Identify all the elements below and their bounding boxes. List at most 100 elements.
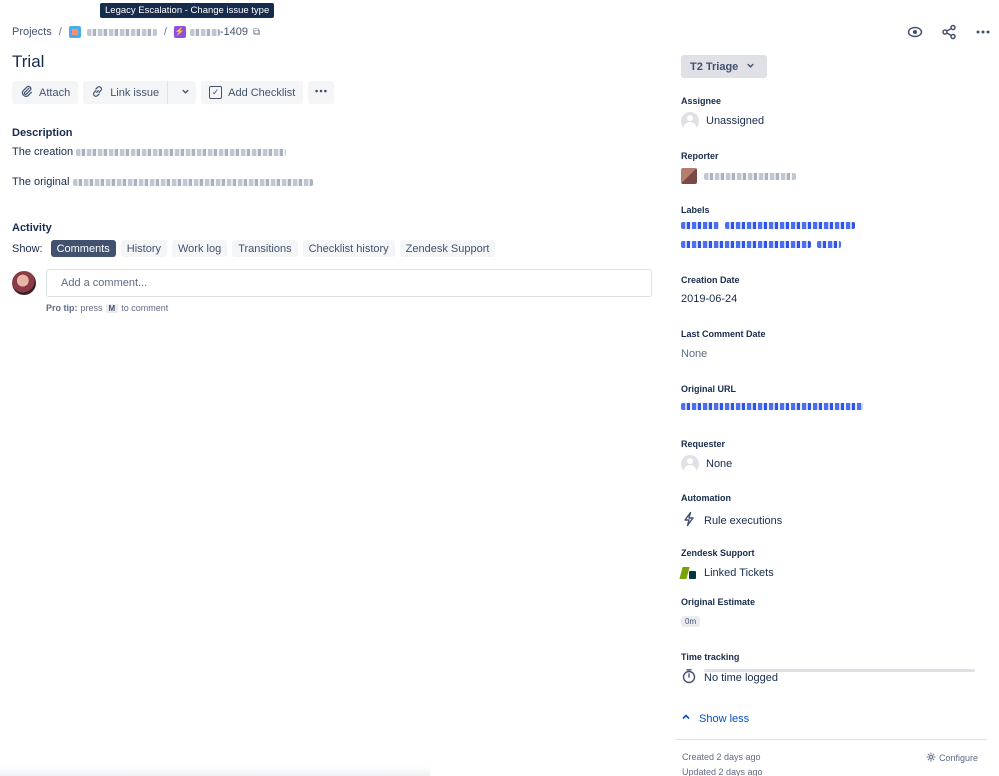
tab-checklist-history[interactable]: Checklist history [302, 240, 395, 257]
paperclip-icon [20, 85, 33, 101]
label-tag[interactable] [725, 222, 855, 229]
creation-date-label: Creation Date [681, 275, 740, 285]
show-less-label: Show less [699, 712, 750, 725]
copy-icon[interactable]: ⧉ [253, 27, 260, 38]
pro-tip-label: Pro tip: [46, 303, 78, 313]
issue-type-icon[interactable]: ⚡ [173, 26, 186, 38]
description-heading: Description [12, 127, 73, 139]
pro-tip-rest: to comment [121, 303, 169, 313]
label-tag[interactable] [817, 241, 841, 248]
linked-tickets-label: Linked Tickets [704, 567, 774, 579]
pro-tip: Pro tip: press M to comment [46, 303, 168, 313]
gear-icon [926, 752, 936, 764]
assignee-value: Unassigned [706, 115, 765, 127]
original-url-label: Original URL [681, 384, 737, 394]
show-label: Show: [12, 242, 43, 255]
requester-label: Requester [681, 439, 726, 449]
breadcrumb: Projects / / ⚡ -1409 ⧉ [12, 24, 260, 40]
attach-button[interactable]: Attach [12, 81, 79, 104]
rule-executions-link[interactable]: Rule executions [681, 511, 782, 530]
reporter-field[interactable] [681, 168, 796, 184]
show-less-button[interactable]: Show less [681, 712, 749, 725]
breadcrumb-separator: / [163, 26, 167, 38]
assignee-field[interactable]: Unassigned [681, 112, 764, 130]
link-issue-button[interactable]: Link issue [83, 81, 169, 104]
link-issue-dropdown[interactable] [174, 81, 196, 104]
description-line-1-text: The creation [12, 146, 74, 158]
tab-comments[interactable]: Comments [50, 240, 116, 257]
issue-key-redacted [189, 28, 220, 36]
breadcrumb-projects[interactable]: Projects [12, 26, 52, 38]
zendesk-icon [681, 566, 697, 580]
breadcrumb-separator: / [58, 26, 62, 38]
more-toolbar-button[interactable] [308, 81, 335, 104]
share-icon[interactable] [939, 22, 959, 42]
sidebar-divider [675, 739, 987, 740]
original-estimate-value: 0m [681, 616, 701, 627]
tab-zendesk-support[interactable]: Zendesk Support [399, 240, 496, 257]
linked-tickets-link[interactable]: Linked Tickets [681, 566, 774, 580]
original-url-redacted[interactable] [681, 403, 863, 410]
redacted-text [72, 178, 313, 186]
zendesk-support-label: Zendesk Support [681, 548, 755, 558]
activity-heading: Activity [12, 222, 52, 234]
description-line-2[interactable]: The original [12, 176, 313, 188]
original-estimate-field[interactable]: 0m [681, 616, 701, 627]
issue-key[interactable]: -1409 [220, 26, 248, 38]
stopwatch-icon [681, 668, 697, 687]
more-dots-icon [314, 84, 328, 101]
user-avatar-icon [681, 455, 699, 473]
creation-date-value[interactable]: 2019-06-24 [681, 293, 737, 305]
add-checklist-button[interactable]: ✓ Add Checklist [201, 81, 304, 104]
watch-eye-icon[interactable] [905, 22, 925, 42]
assignee-label: Assignee [681, 96, 722, 106]
label-tag[interactable] [681, 241, 811, 248]
chevron-down-icon [181, 87, 190, 99]
tab-work-log[interactable]: Work log [172, 240, 228, 257]
shortcut-key: M [105, 303, 119, 313]
description-line-2-text: The original [12, 176, 70, 188]
configure-button[interactable]: Configure [926, 752, 978, 764]
labels-row-1[interactable] [681, 222, 855, 229]
tab-history[interactable]: History [120, 240, 167, 257]
top-actions [905, 22, 993, 42]
reporter-label: Reporter [681, 151, 719, 161]
user-avatar-icon [681, 112, 699, 130]
automation-label: Automation [681, 493, 731, 503]
link-issue-label: Link issue [110, 86, 160, 99]
time-tracking-value: No time logged [704, 671, 778, 684]
description-line-1[interactable]: The creation [12, 146, 287, 158]
issue-toolbar: Attach Link issue ✓ Add Checklist [12, 81, 335, 104]
comment-input[interactable]: Add a comment... [46, 269, 652, 297]
updated-timestamp: Updated 2 days ago [682, 767, 763, 776]
avatar [12, 271, 36, 295]
more-actions-icon[interactable] [973, 22, 993, 42]
project-name-redacted[interactable] [86, 28, 157, 36]
chevron-up-icon [681, 712, 691, 725]
chevron-down-icon [746, 61, 755, 73]
tab-transitions[interactable]: Transitions [232, 240, 298, 257]
pro-tip-press: press [80, 303, 103, 313]
issue-title[interactable]: Trial [12, 52, 44, 72]
status-label: T2 Triage [690, 60, 739, 73]
labels-row-2[interactable] [681, 241, 841, 248]
bottom-shadow [0, 766, 430, 776]
redacted-text [76, 148, 287, 156]
label-tag[interactable] [681, 222, 719, 229]
attach-label: Attach [39, 86, 71, 99]
status-dropdown[interactable]: T2 Triage [681, 55, 767, 78]
labels-label: Labels [681, 205, 710, 215]
activity-filter: Show: Comments History Work log Transiti… [12, 240, 496, 257]
time-tracking-field[interactable]: No time logged [681, 668, 778, 687]
original-url-value[interactable] [681, 403, 863, 410]
checkbox-icon: ✓ [209, 86, 223, 99]
link-issue-split-button: Link issue [83, 81, 197, 104]
rule-executions-label: Rule executions [704, 514, 783, 527]
add-checklist-label: Add Checklist [228, 86, 296, 99]
last-comment-date-value[interactable]: None [681, 348, 707, 360]
requester-value: None [706, 458, 733, 470]
reporter-name-redacted [704, 172, 796, 180]
requester-field[interactable]: None [681, 455, 732, 473]
time-tracking-label: Time tracking [681, 652, 740, 662]
tooltip: Legacy Escalation - Change issue type [100, 3, 275, 18]
